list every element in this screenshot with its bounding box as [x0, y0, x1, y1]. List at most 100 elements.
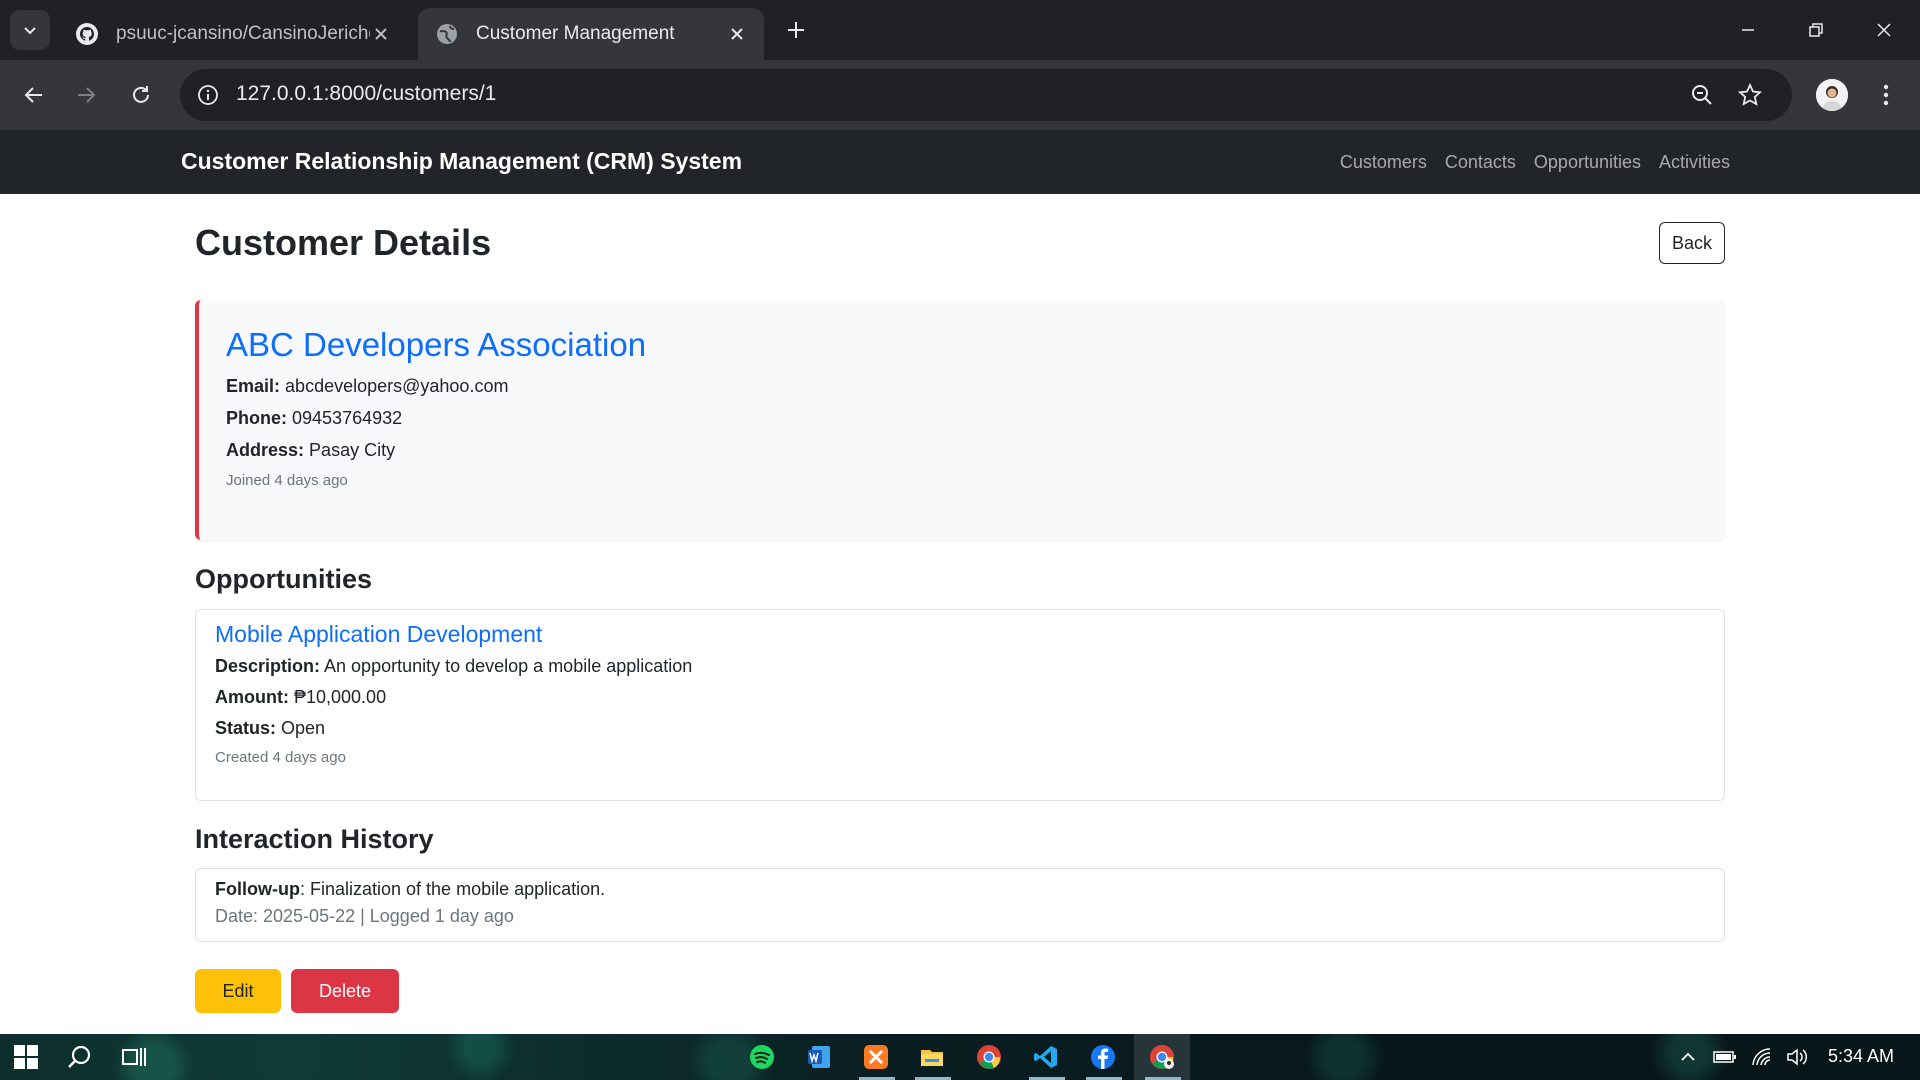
- delete-button[interactable]: Delete: [291, 969, 399, 1013]
- arrow-left-icon: [24, 87, 42, 103]
- phone-label: Phone:: [226, 408, 287, 428]
- show-hidden-icons-button[interactable]: [1675, 1044, 1701, 1070]
- phone-value: 09453764932: [292, 408, 403, 428]
- address-label: Address:: [226, 440, 305, 460]
- bookmark-star-icon[interactable]: [1736, 81, 1764, 109]
- page-title: Customer Details: [195, 222, 492, 263]
- site-navbar: Customer Relationship Management (CRM) S…: [0, 130, 1920, 194]
- status-value: Open: [281, 718, 326, 738]
- vscode-icon: [1034, 1046, 1057, 1068]
- github-icon: [74, 21, 100, 47]
- taskbar-app-chrome-profile[interactable]: [1144, 1039, 1180, 1075]
- url-text[interactable]: 127.0.0.1:8000/customers/1: [236, 82, 496, 106]
- xampp-icon: [864, 1045, 888, 1069]
- browser-tab-customer-management[interactable]: Customer Management: [418, 8, 764, 60]
- taskbar-wallpaper-glow: [0, 1034, 1920, 1080]
- opportunity-card: Mobile Application Development Descripti…: [195, 609, 1725, 801]
- taskbar-app-facebook[interactable]: [1085, 1039, 1121, 1075]
- taskbar-app-xampp[interactable]: [858, 1039, 894, 1075]
- close-window-button[interactable]: [1864, 10, 1904, 50]
- taskbar-app-vscode[interactable]: [1028, 1039, 1064, 1075]
- interaction-item: Follow-up: Finalization of the mobile ap…: [195, 868, 1725, 942]
- profile-avatar[interactable]: [1816, 79, 1848, 111]
- forward-nav-button[interactable]: [66, 75, 106, 115]
- taskbar-app-word[interactable]: [801, 1039, 837, 1075]
- facebook-icon: [1091, 1045, 1115, 1069]
- status-label: Status:: [215, 718, 277, 738]
- action-buttons: Edit Delete: [195, 969, 399, 1013]
- amount-label: Amount:: [215, 687, 289, 707]
- close-tab-icon[interactable]: [726, 23, 748, 45]
- back-button[interactable]: Back: [1659, 222, 1725, 264]
- customer-name: ABC Developers Association: [226, 326, 647, 363]
- new-tab-button[interactable]: [780, 14, 812, 46]
- opportunity-status: Status: Open: [215, 718, 1705, 739]
- opportunity-title[interactable]: Mobile Application Development: [215, 621, 1705, 648]
- opportunity-created: Created 4 days ago: [215, 749, 346, 766]
- nav-link-opportunities[interactable]: Opportunities: [1534, 152, 1641, 173]
- volume-icon: [1787, 1048, 1808, 1066]
- web-page: Customer Relationship Management (CRM) S…: [0, 130, 1920, 1034]
- more-vertical-icon: [1883, 84, 1889, 106]
- close-icon: [1877, 23, 1891, 37]
- navbar-links: Customers Contacts Opportunities Activit…: [1340, 152, 1730, 173]
- address-bar[interactable]: 127.0.0.1:8000/customers/1: [180, 69, 1792, 121]
- edit-button[interactable]: Edit: [195, 969, 281, 1013]
- task-view-button[interactable]: [116, 1039, 152, 1075]
- minimize-window-button[interactable]: [1728, 10, 1768, 50]
- chrome-icon: [977, 1045, 1001, 1069]
- customer-address: Address: Pasay City: [226, 440, 1698, 461]
- close-tab-icon[interactable]: [370, 23, 392, 45]
- search-button[interactable]: [62, 1039, 98, 1075]
- search-icon: [68, 1045, 91, 1068]
- taskbar-app-file-explorer[interactable]: [914, 1039, 950, 1075]
- tab-title: Customer Management: [476, 23, 675, 44]
- amount-value: ₱10,000.00: [294, 687, 387, 707]
- browser-tab-github[interactable]: psuuc-jcansino/CansinoJericho: [58, 8, 408, 60]
- network-indicator[interactable]: [1749, 1044, 1775, 1070]
- opportunity-amount: Amount: ₱10,000.00: [215, 687, 1705, 708]
- navbar-brand[interactable]: Customer Relationship Management (CRM) S…: [181, 148, 742, 175]
- restore-window-button[interactable]: [1796, 10, 1836, 50]
- chevron-up-icon: [1681, 1052, 1695, 1061]
- user-avatar-icon: [1816, 79, 1848, 111]
- volume-indicator[interactable]: [1785, 1044, 1811, 1070]
- arrow-right-icon: [78, 87, 96, 103]
- minimize-icon: [1742, 29, 1754, 31]
- battery-indicator[interactable]: [1712, 1044, 1738, 1070]
- interaction-meta: Date: 2025-05-22 | Logged 1 day ago: [215, 906, 514, 926]
- nav-link-contacts[interactable]: Contacts: [1445, 152, 1516, 173]
- email-value: abcdevelopers@yahoo.com: [285, 376, 509, 396]
- back-nav-button[interactable]: [14, 75, 54, 115]
- interaction-note: : Finalization of the mobile application…: [299, 879, 606, 899]
- restore-icon: [1809, 23, 1823, 37]
- nav-link-customers[interactable]: Customers: [1340, 152, 1427, 173]
- browser-menu-button[interactable]: [1870, 79, 1902, 111]
- site-info-icon[interactable]: [194, 81, 222, 109]
- task-view-icon: [122, 1048, 146, 1066]
- tab-search-button[interactable]: [10, 10, 50, 50]
- zoom-icon[interactable]: [1688, 81, 1716, 109]
- browser-toolbar: 127.0.0.1:8000/customers/1: [0, 60, 1920, 130]
- taskbar-app-chrome[interactable]: [971, 1039, 1007, 1075]
- word-icon: [808, 1046, 830, 1068]
- address-value: Pasay City: [309, 440, 396, 460]
- reload-icon: [133, 86, 149, 103]
- customer-email: Email: abcdevelopers@yahoo.com: [226, 376, 1698, 397]
- customer-card: ABC Developers Association Email: abcdev…: [195, 300, 1725, 540]
- reload-button[interactable]: [121, 75, 161, 115]
- opportunity-description: Description: An opportunity to develop a…: [215, 656, 1705, 677]
- plus-icon: [788, 22, 804, 38]
- interaction-type: Follow-up: [215, 879, 300, 899]
- start-button[interactable]: [8, 1039, 44, 1075]
- wifi-icon: [1752, 1048, 1771, 1066]
- system-clock[interactable]: 5:34 AM: [1828, 1046, 1894, 1067]
- interaction-summary: Follow-up: Finalization of the mobile ap…: [215, 879, 1705, 900]
- windows-logo-icon: [14, 1045, 38, 1069]
- chevron-down-icon: [24, 27, 36, 35]
- spotify-icon: [750, 1045, 774, 1069]
- taskbar-app-spotify[interactable]: [744, 1039, 780, 1075]
- windows-taskbar: 5:34 AM: [0, 1034, 1920, 1080]
- nav-link-activities[interactable]: Activities: [1659, 152, 1730, 173]
- interaction-history-heading: Interaction History: [195, 824, 434, 854]
